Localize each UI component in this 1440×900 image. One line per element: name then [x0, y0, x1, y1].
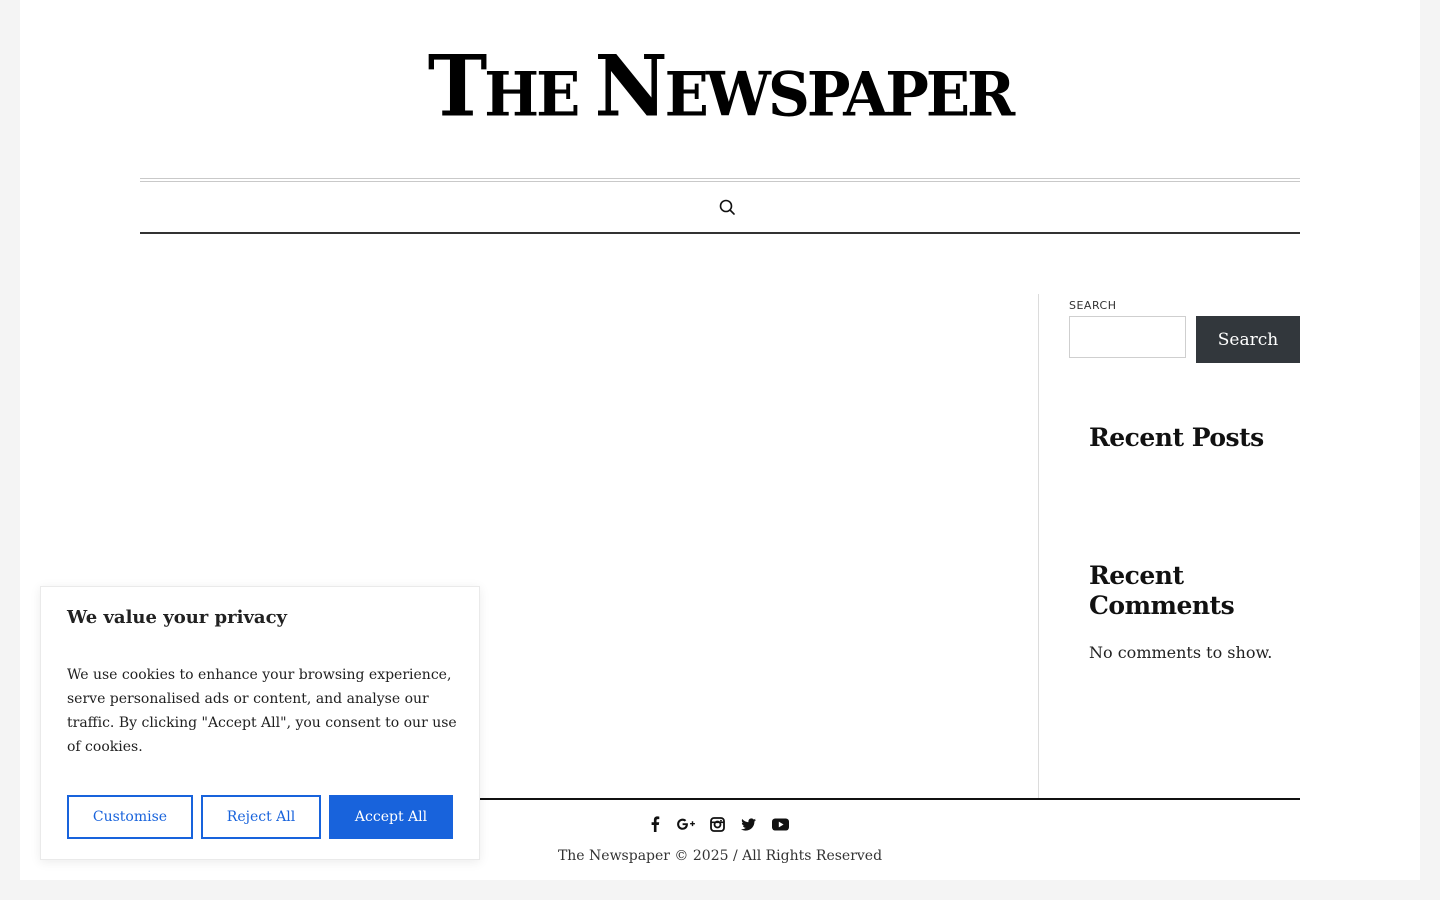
cookie-title: We value your privacy [67, 607, 287, 628]
search-icon[interactable] [718, 198, 736, 216]
cookie-consent-banner: We value your privacy We use cookies to … [40, 586, 480, 860]
logo-part: HE [484, 58, 595, 131]
search-input[interactable] [1069, 316, 1186, 358]
accept-all-button[interactable]: Accept All [329, 795, 453, 839]
youtube-icon[interactable] [770, 814, 790, 834]
logo-part: T [427, 36, 488, 136]
customise-button[interactable]: Customise [67, 795, 193, 839]
site-logo[interactable]: THE NEWSPAPER [0, 44, 1440, 128]
recent-posts-title: Recent Posts [1089, 423, 1264, 452]
search-label: SEARCH [1069, 299, 1117, 312]
google-plus-icon[interactable] [676, 814, 696, 834]
nav-top-divider [140, 178, 1300, 182]
logo-part: N [594, 36, 667, 136]
facebook-icon[interactable] [647, 814, 663, 834]
reject-all-button[interactable]: Reject All [201, 795, 321, 839]
no-comments-text: No comments to show. [1089, 643, 1273, 662]
cookie-description: We use cookies to enhance your browsing … [67, 667, 457, 755]
recent-comments-title: Recent Comments [1089, 561, 1235, 620]
logo-part: EWSPAPER [664, 58, 1016, 131]
instagram-icon[interactable] [709, 814, 725, 834]
nav-bottom-divider [140, 232, 1300, 234]
search-button[interactable]: Search [1196, 316, 1300, 363]
sidebar-divider [1038, 294, 1039, 798]
twitter-icon[interactable] [740, 814, 756, 834]
